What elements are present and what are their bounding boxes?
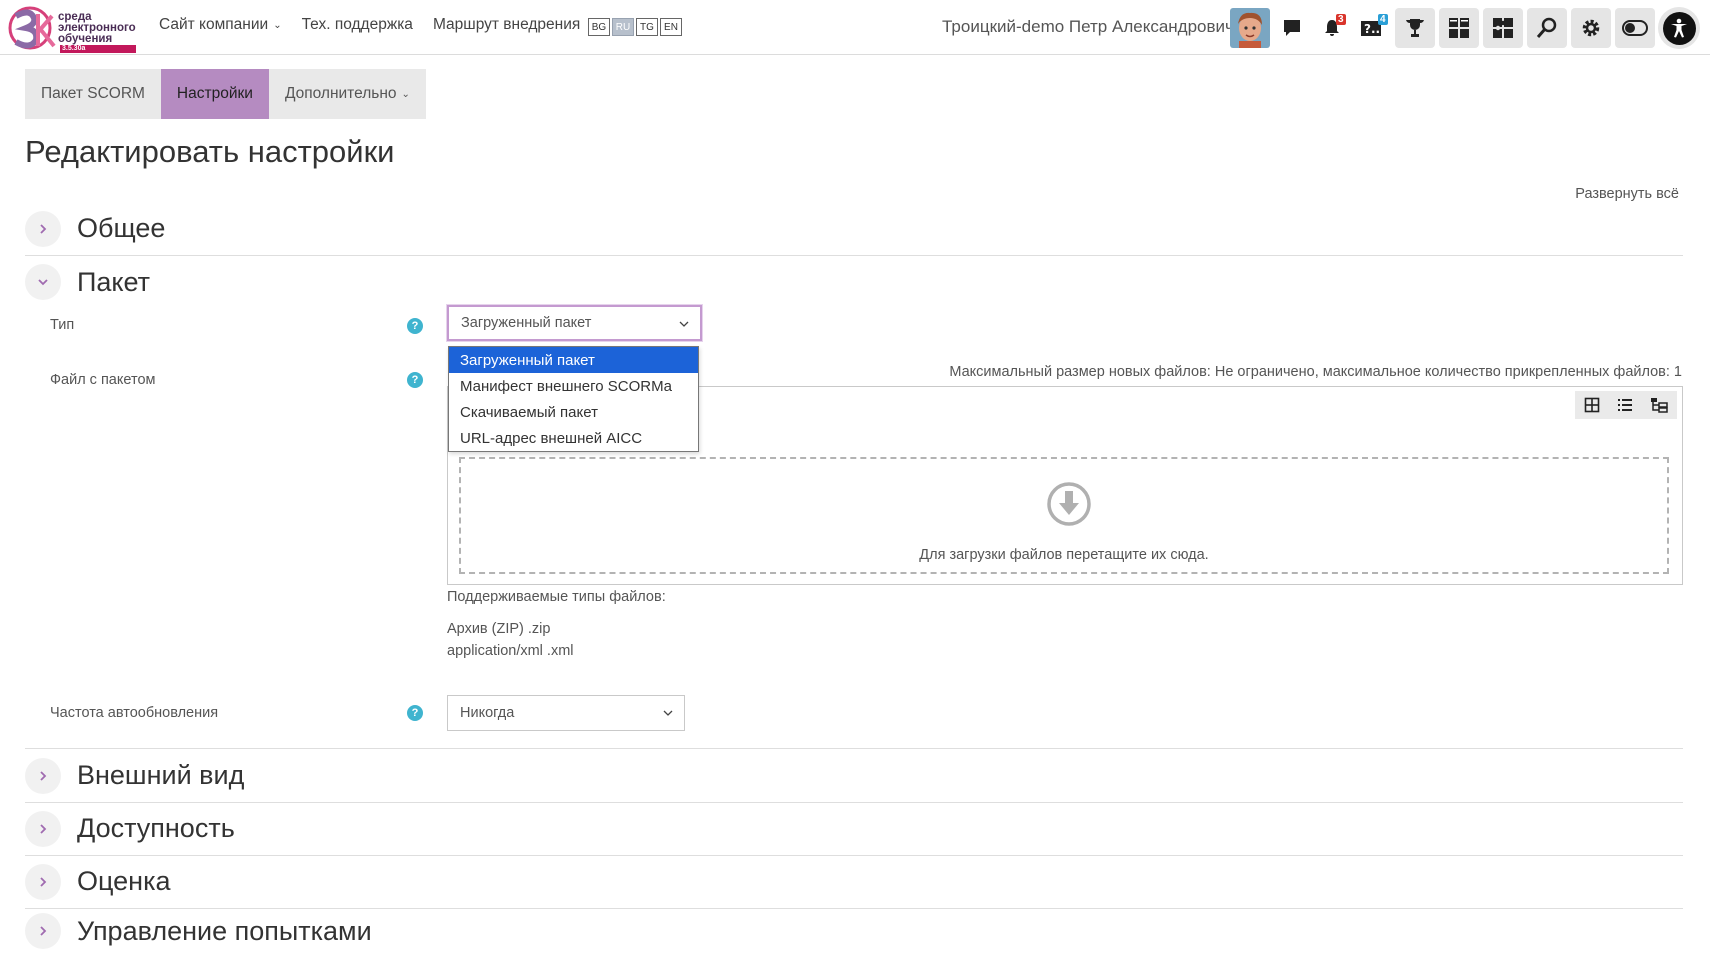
nav-link-support[interactable]: Тех. поддержка (302, 16, 413, 34)
gear-icon (1582, 19, 1600, 37)
supported-type-item: Архив (ZIP) .zip (447, 621, 551, 637)
notifications-button[interactable]: 3 (1312, 8, 1352, 48)
chevron-down-icon (663, 710, 673, 716)
logo-mark-icon (8, 6, 56, 50)
section-title: Доступность (77, 813, 235, 843)
chevron-right-icon (25, 757, 61, 794)
lang-bg[interactable]: BG (588, 18, 610, 36)
chevron-right-icon (25, 210, 61, 247)
nav-link-company-site[interactable]: Сайт компании ⌄ (159, 16, 282, 34)
search-button[interactable] (1527, 8, 1567, 48)
questions-button[interactable]: ?.. 4 (1352, 8, 1392, 48)
secondary-nav: Пакет SCORM Настройки Дополнительно ⌄ (25, 69, 426, 119)
section-availability[interactable]: Доступность (25, 802, 1683, 856)
puzzle-icon (1493, 18, 1513, 38)
site-logo[interactable]: среда электронного обучения 3.5.30a (8, 2, 148, 53)
page-title: Редактировать настройки (25, 134, 395, 169)
messages-button[interactable] (1272, 8, 1312, 48)
type-option[interactable]: Загруженный пакет (449, 347, 698, 373)
navbar: среда электронного обучения 3.5.30a Сайт … (0, 0, 1710, 55)
dashboard-button[interactable] (1439, 8, 1479, 48)
lang-tg[interactable]: TG (636, 18, 658, 36)
supported-types-title: Поддерживаемые типы файлов: (447, 589, 666, 605)
update-frequency-select[interactable]: Никогда (447, 695, 685, 731)
user-avatar-icon (1230, 8, 1270, 48)
type-select[interactable]: Загруженный пакет (447, 305, 702, 341)
type-option[interactable]: Скачиваемый пакет (449, 399, 698, 425)
type-dropdown-list: Загруженный пакет Манифест внешнего SCOR… (448, 346, 699, 452)
help-icon[interactable]: ? (407, 372, 423, 388)
package-file-label: Файл с пакетом (50, 372, 156, 388)
max-file-size-note: Максимальный размер новых файлов: Не огр… (949, 364, 1682, 380)
settings-button[interactable] (1571, 8, 1611, 48)
questions-count-badge: 4 (1378, 14, 1388, 25)
toggle-icon (1622, 20, 1648, 36)
grid-view-icon[interactable] (1584, 397, 1600, 413)
list-view-icon[interactable] (1617, 397, 1633, 413)
top-nav-links: Сайт компании ⌄ Тех. поддержка Маршрут вн… (159, 16, 580, 34)
chevron-down-icon (25, 264, 61, 300)
expand-all-link[interactable]: Развернуть всё (1575, 186, 1679, 202)
section-title: Управление попытками (77, 915, 372, 946)
section-attempts[interactable]: Управление попытками (25, 908, 1683, 954)
accessibility-button[interactable] (1658, 7, 1700, 49)
update-frequency-label: Частота автообновления (50, 705, 219, 721)
tab-more[interactable]: Дополнительно ⌄ (269, 69, 426, 119)
type-label: Тип (50, 317, 75, 333)
tree-view-icon[interactable] (1650, 397, 1669, 413)
download-arrow-icon (1047, 482, 1091, 526)
chevron-down-icon: ⌄ (401, 88, 410, 100)
lang-ru[interactable]: RU (612, 18, 634, 36)
section-appearance[interactable]: Внешний вид (25, 749, 1683, 803)
section-title: Пакет (77, 266, 151, 297)
help-icon[interactable]: ? (407, 318, 423, 334)
chevron-right-icon (25, 863, 61, 900)
section-general[interactable]: Общее (25, 202, 1683, 256)
chevron-right-icon (25, 810, 61, 847)
section-title: Оценка (77, 866, 171, 896)
achievements-button[interactable] (1395, 8, 1435, 48)
courses-button[interactable] (1483, 8, 1523, 48)
chevron-down-icon (679, 321, 689, 327)
section-grade[interactable]: Оценка (25, 855, 1683, 909)
section-title: Общее (77, 213, 166, 243)
help-icon[interactable]: ? (407, 705, 423, 721)
lang-en[interactable]: EN (660, 18, 682, 36)
file-dropzone[interactable]: Для загрузки файлов перетащите их сюда. (459, 457, 1669, 574)
language-switcher: BG RU TG EN (588, 18, 682, 36)
file-view-toolbar (1575, 391, 1677, 419)
accessibility-icon (1671, 18, 1687, 38)
theme-toggle-button[interactable] (1615, 8, 1655, 48)
trophy-icon (1406, 19, 1424, 37)
chat-bubble-icon (1284, 20, 1300, 36)
notifications-count-badge: 3 (1336, 14, 1346, 25)
dashboard-grid-icon (1449, 18, 1469, 38)
dropzone-text: Для загрузки файлов перетащите их сюда. (919, 547, 1209, 563)
type-option[interactable]: URL-адрес внешней AICC (449, 425, 698, 451)
nav-link-implementation-route[interactable]: Маршрут внедрения (433, 16, 580, 34)
user-name[interactable]: Троицкий-demo Петр Александрович (942, 17, 1234, 37)
section-title: Внешний вид (77, 760, 245, 790)
chevron-down-icon: ⌄ (273, 20, 282, 31)
chevron-right-icon (25, 913, 61, 949)
avatar[interactable] (1230, 8, 1270, 48)
logo-text: среда электронного обучения 3.5.30a (58, 11, 136, 53)
version-badge: 3.5.30a (60, 45, 136, 53)
search-icon (1536, 17, 1557, 38)
section-package[interactable]: Пакет (25, 255, 1683, 309)
type-option[interactable]: Манифест внешнего SCORMa (449, 373, 698, 399)
supported-type-item: application/xml .xml (447, 643, 574, 659)
tab-scorm-package[interactable]: Пакет SCORM (25, 69, 161, 119)
tab-settings[interactable]: Настройки (160, 69, 269, 119)
